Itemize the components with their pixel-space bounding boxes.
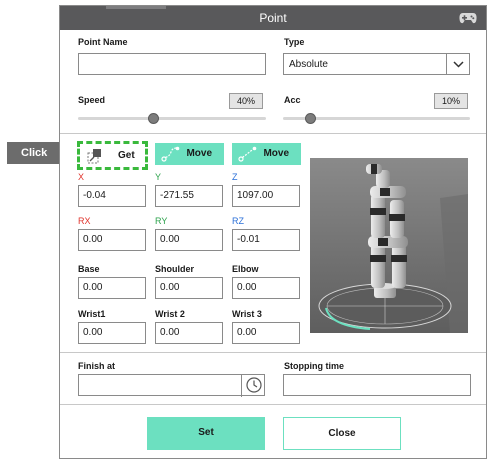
y-label: Y: [155, 172, 162, 182]
speed-slider-knob[interactable]: [148, 113, 159, 124]
click-callout: Click: [7, 142, 73, 164]
gamepad-icon[interactable]: [459, 11, 477, 25]
titlebar-tab-strip: [106, 6, 166, 9]
point-name-input[interactable]: [78, 53, 266, 75]
speed-value-badge: 40%: [229, 93, 263, 109]
shoulder-label: Shoulder: [155, 264, 195, 274]
close-button[interactable]: Close: [283, 417, 401, 450]
clock-icon: [246, 377, 262, 393]
move-button-2[interactable]: Move: [232, 143, 301, 165]
wrist2-label: Wrist 2: [155, 309, 185, 319]
elbow-field[interactable]: 0.00: [232, 277, 300, 299]
point-dialog: Point Point Name Type Absolute Speed 40%…: [59, 5, 487, 459]
base-field[interactable]: 0.00: [78, 277, 146, 299]
x-field[interactable]: -0.04: [78, 185, 146, 207]
ry-field[interactable]: 0.00: [155, 229, 223, 251]
z-field[interactable]: 1097.00: [232, 185, 300, 207]
rx-field[interactable]: 0.00: [78, 229, 146, 251]
rz-label: RZ: [232, 216, 244, 226]
move-path-icon: [161, 146, 180, 162]
section-divider-top: [60, 133, 486, 134]
wrist2-field[interactable]: 0.00: [155, 322, 223, 344]
stopping-time-label: Stopping time: [284, 361, 344, 371]
dialog-title: Point: [259, 11, 287, 25]
robot-3d-preview[interactable]: [310, 158, 468, 333]
finish-at-label: Finish at: [78, 361, 116, 371]
move-path-icon: [238, 146, 257, 162]
get-pose-icon: [87, 149, 101, 164]
acc-slider-knob[interactable]: [305, 113, 316, 124]
wrist1-field[interactable]: 0.00: [78, 322, 146, 344]
speed-slider-track[interactable]: [78, 117, 266, 120]
rx-label: RX: [78, 216, 91, 226]
finish-at-clock-button[interactable]: [241, 375, 265, 397]
acc-label: Acc: [284, 95, 301, 105]
move-button-1-label: Move: [186, 148, 212, 159]
section-divider-bottom: [60, 352, 486, 353]
footer-divider: [60, 404, 486, 405]
point-name-label: Point Name: [78, 37, 128, 47]
type-select[interactable]: Absolute: [283, 53, 470, 75]
speed-label: Speed: [78, 95, 106, 105]
elbow-label: Elbow: [232, 264, 259, 274]
x-label: X: [78, 172, 85, 182]
finish-at-input[interactable]: [78, 374, 265, 396]
shoulder-field[interactable]: 0.00: [155, 277, 223, 299]
y-field[interactable]: -271.55: [155, 185, 223, 207]
set-button[interactable]: Set: [147, 417, 265, 450]
click-callout-label: Click: [21, 147, 48, 159]
get-button-label: Get: [118, 150, 135, 161]
type-label: Type: [284, 37, 305, 47]
type-select-value: Absolute: [289, 59, 328, 70]
move-button-1[interactable]: Move: [155, 143, 224, 165]
ry-label: RY: [155, 216, 168, 226]
wrist1-label: Wrist1: [78, 309, 106, 319]
rz-field[interactable]: -0.01: [232, 229, 300, 251]
z-label: Z: [232, 172, 238, 182]
move-button-2-label: Move: [263, 148, 289, 159]
dialog-titlebar: Point: [60, 6, 486, 30]
acc-value-badge: 10%: [434, 93, 468, 109]
stopping-time-input[interactable]: [283, 374, 471, 396]
get-button[interactable]: Get: [77, 141, 148, 170]
base-label: Base: [78, 264, 100, 274]
chevron-down-icon: [453, 61, 464, 68]
wrist3-field[interactable]: 0.00: [232, 322, 300, 344]
type-select-arrow[interactable]: [446, 54, 469, 74]
wrist3-label: Wrist 3: [232, 309, 262, 319]
